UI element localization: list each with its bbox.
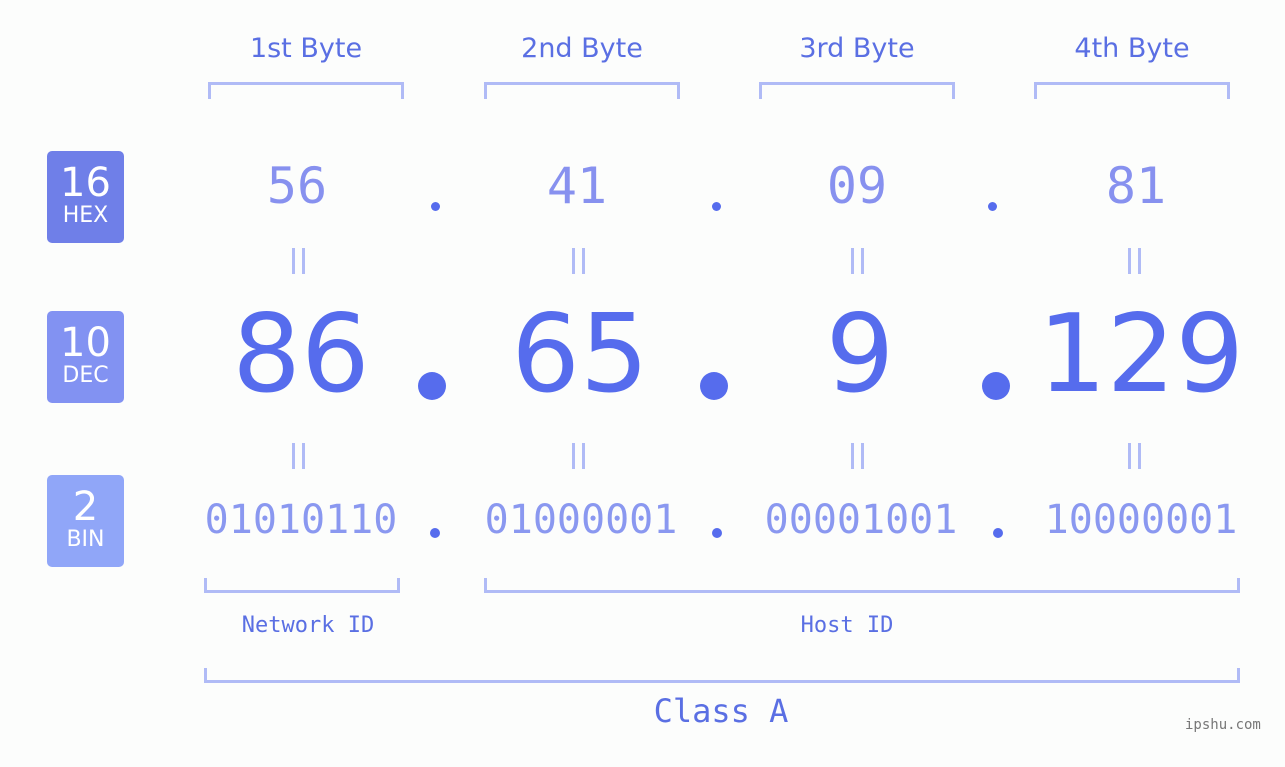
hex-value-2: 41 xyxy=(546,157,608,215)
equals-icon xyxy=(572,443,586,469)
equals-icon xyxy=(1128,248,1142,274)
hex-value-3: 09 xyxy=(826,157,888,215)
hex-dot-2 xyxy=(712,202,721,211)
bin-value-1: 01010110 xyxy=(204,497,398,543)
bin-badge-label: BIN xyxy=(66,527,105,552)
hex-dot-1 xyxy=(431,202,440,211)
watermark: ipshu.com xyxy=(1185,717,1261,733)
network-id-label: Network ID xyxy=(241,613,375,638)
bin-dot-3 xyxy=(993,528,1003,538)
hex-badge: 16 HEX xyxy=(47,151,124,243)
hex-value-1: 56 xyxy=(266,157,328,215)
bin-badge: 2 BIN xyxy=(47,475,124,567)
equals-icon xyxy=(851,443,865,469)
equals-icon xyxy=(851,248,865,274)
byte-bracket-1 xyxy=(208,82,404,99)
bin-dot-1 xyxy=(430,528,440,538)
bin-value-2: 01000001 xyxy=(484,497,678,543)
byte-header-1: 1st Byte xyxy=(249,33,363,64)
dec-dot-2 xyxy=(700,372,728,400)
network-id-bracket xyxy=(204,578,400,593)
host-id-bracket xyxy=(484,578,1240,593)
byte-bracket-2 xyxy=(484,82,680,99)
dec-badge: 10 DEC xyxy=(47,311,124,403)
equals-icon xyxy=(1128,443,1142,469)
class-bracket xyxy=(204,668,1240,683)
byte-header-3: 3rd Byte xyxy=(799,33,915,64)
bin-value-3: 00001001 xyxy=(764,497,958,543)
dec-dot-1 xyxy=(418,372,446,400)
equals-icon xyxy=(572,248,586,274)
byte-bracket-4 xyxy=(1034,82,1230,99)
dec-value-1: 86 xyxy=(232,292,370,417)
byte-header-2: 2nd Byte xyxy=(521,33,643,64)
hex-badge-number: 16 xyxy=(60,160,111,206)
equals-icon xyxy=(292,248,306,274)
byte-bracket-3 xyxy=(759,82,955,99)
bin-badge-number: 2 xyxy=(72,484,99,530)
byte-header-4: 4th Byte xyxy=(1074,33,1190,64)
hex-value-4: 81 xyxy=(1105,157,1167,215)
dec-value-2: 65 xyxy=(511,292,649,417)
bin-value-4: 10000001 xyxy=(1044,497,1238,543)
dec-badge-label: DEC xyxy=(62,363,109,388)
equals-icon xyxy=(292,443,306,469)
host-id-label: Host ID xyxy=(800,613,894,638)
hex-dot-3 xyxy=(988,202,997,211)
dec-value-4: 129 xyxy=(1037,292,1245,417)
dec-value-3: 9 xyxy=(825,292,895,417)
bin-dot-2 xyxy=(712,528,722,538)
hex-badge-label: HEX xyxy=(62,203,109,228)
class-label: Class A xyxy=(653,692,789,730)
dec-badge-number: 10 xyxy=(60,320,111,366)
dec-dot-3 xyxy=(982,372,1010,400)
